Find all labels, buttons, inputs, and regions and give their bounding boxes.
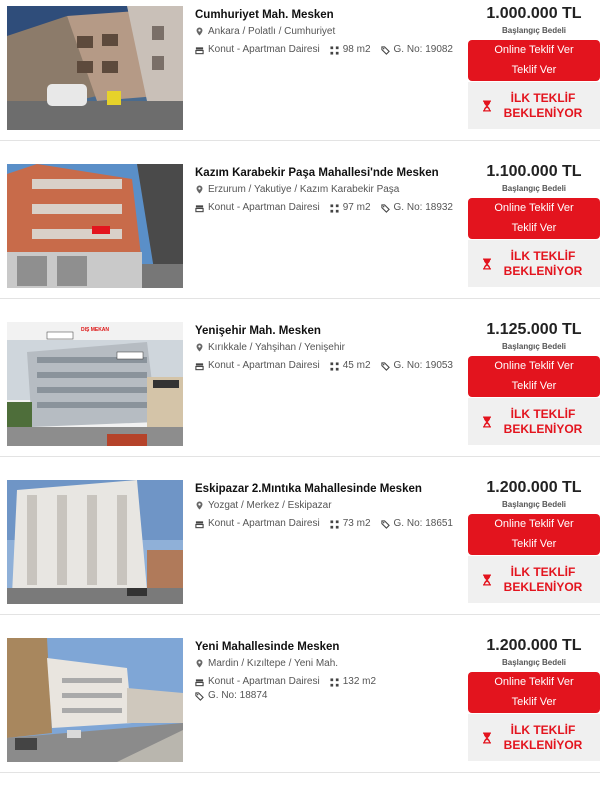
listing-photo[interactable] bbox=[7, 6, 183, 130]
listing-card[interactable]: Kazım Karabekir Paşa Mahallesi'nde Meske… bbox=[0, 158, 600, 299]
listing-title[interactable]: Cumhuriyet Mah. Mesken bbox=[195, 8, 465, 23]
listing-card[interactable]: Cumhuriyet Mah. Mesken Ankara / Polatlı … bbox=[0, 0, 600, 141]
price-label: Başlangıç Bedeli bbox=[501, 184, 567, 193]
listing-area: 73 m2 bbox=[342, 518, 371, 529]
area-grid-icon bbox=[330, 46, 339, 55]
pending-status: İLK TEKLİF BEKLENİYOR bbox=[468, 240, 600, 287]
online-offer-button[interactable]: Online Teklif Ver bbox=[468, 514, 600, 534]
tag-number-icon bbox=[195, 692, 204, 701]
pending-status: İLK TEKLİF BEKLENİYOR bbox=[468, 398, 600, 445]
photo-label: DIŞ MEKAN bbox=[81, 327, 109, 333]
location-pin-icon bbox=[195, 501, 204, 510]
listing-area: 132 m2 bbox=[342, 676, 377, 687]
price-label: Başlangıç Bedeli bbox=[501, 342, 567, 351]
listing-gno: G. No: 18932 bbox=[393, 202, 453, 213]
listing-photo[interactable] bbox=[7, 638, 183, 762]
listing-location: Erzurum / Yakutiye / Kazım Karabekir Paş… bbox=[208, 184, 400, 195]
listing-location: Mardin / Kızıltepe / Yeni Mah. bbox=[208, 658, 339, 669]
area-grid-icon bbox=[330, 362, 339, 371]
listing-title[interactable]: Yenişehir Mah. Mesken bbox=[195, 324, 465, 339]
listing-type: Konut - Apartman Dairesi bbox=[208, 202, 320, 213]
listing-price: 1.200.000 TL bbox=[486, 479, 582, 496]
pending-status: İLK TEKLİF BEKLENİYOR bbox=[468, 714, 600, 761]
building-icon bbox=[195, 46, 204, 55]
listing-area: 97 m2 bbox=[342, 202, 371, 213]
listing-gno: G. No: 19082 bbox=[393, 44, 453, 55]
pending-label: İLK TEKLİF BEKLENİYOR bbox=[503, 564, 583, 594]
listing-location: Ankara / Polatlı / Cumhuriyet bbox=[208, 26, 336, 37]
offer-button[interactable]: Teklif Ver bbox=[468, 60, 600, 81]
tag-number-icon bbox=[381, 362, 390, 371]
area-grid-icon bbox=[330, 204, 339, 213]
listing-type: Konut - Apartman Dairesi bbox=[208, 676, 320, 687]
listing-title[interactable]: Yeni Mahallesinde Mesken bbox=[195, 640, 465, 655]
listing-location: Kırıkkale / Yahşihan / Yenişehir bbox=[208, 342, 345, 353]
listing-price: 1.125.000 TL bbox=[486, 321, 582, 338]
listing-price: 1.100.000 TL bbox=[486, 163, 582, 180]
listing-card[interactable]: Eskipazar 2.Mıntıka Mahallesinde Mesken … bbox=[0, 474, 600, 615]
pending-label: İLK TEKLİF BEKLENİYOR bbox=[503, 406, 583, 436]
building-icon bbox=[195, 204, 204, 213]
listing-price: 1.000.000 TL bbox=[486, 5, 582, 22]
area-grid-icon bbox=[330, 520, 339, 529]
location-pin-icon bbox=[195, 185, 204, 194]
building-icon bbox=[195, 520, 204, 529]
hourglass-icon bbox=[482, 732, 492, 744]
pending-status: İLK TEKLİF BEKLENİYOR bbox=[468, 556, 600, 603]
building-icon bbox=[195, 678, 204, 687]
listing-gno: G. No: 19053 bbox=[393, 360, 453, 371]
listing-type: Konut - Apartman Dairesi bbox=[208, 360, 320, 371]
tag-number-icon bbox=[381, 520, 390, 529]
location-pin-icon bbox=[195, 343, 204, 352]
online-offer-button[interactable]: Online Teklif Ver bbox=[468, 198, 600, 218]
listing-type: Konut - Apartman Dairesi bbox=[208, 518, 320, 529]
offer-button[interactable]: Teklif Ver bbox=[468, 376, 600, 397]
listing-list: Cumhuriyet Mah. Mesken Ankara / Polatlı … bbox=[0, 0, 600, 773]
pending-status: İLK TEKLİF BEKLENİYOR bbox=[468, 82, 600, 129]
listing-photo[interactable] bbox=[7, 480, 183, 604]
listing-location: Yozgat / Merkez / Eskipazar bbox=[208, 500, 332, 511]
online-offer-button[interactable]: Online Teklif Ver bbox=[468, 356, 600, 376]
tag-number-icon bbox=[381, 46, 390, 55]
pending-label: İLK TEKLİF BEKLENİYOR bbox=[503, 90, 583, 120]
listing-title[interactable]: Kazım Karabekir Paşa Mahallesi'nde Meske… bbox=[195, 166, 465, 181]
hourglass-icon bbox=[482, 416, 492, 428]
listing-price: 1.200.000 TL bbox=[486, 637, 582, 654]
listing-gno: G. No: 18874 bbox=[208, 690, 268, 701]
listing-area: 98 m2 bbox=[342, 44, 371, 55]
building-icon bbox=[195, 362, 204, 371]
price-label: Başlangıç Bedeli bbox=[501, 658, 567, 667]
listing-card[interactable]: DIŞ MEKAN Yenişehir Mah. Mesken Kırıkkal… bbox=[0, 316, 600, 457]
price-label: Başlangıç Bedeli bbox=[501, 500, 567, 509]
pending-label: İLK TEKLİF BEKLENİYOR bbox=[503, 248, 583, 278]
online-offer-button[interactable]: Online Teklif Ver bbox=[468, 40, 600, 60]
listing-photo[interactable] bbox=[7, 164, 183, 288]
area-grid-icon bbox=[330, 678, 339, 687]
pending-label: İLK TEKLİF BEKLENİYOR bbox=[503, 722, 583, 752]
online-offer-button[interactable]: Online Teklif Ver bbox=[468, 672, 600, 692]
price-label: Başlangıç Bedeli bbox=[501, 26, 567, 35]
listing-title[interactable]: Eskipazar 2.Mıntıka Mahallesinde Mesken bbox=[195, 482, 465, 497]
tag-number-icon bbox=[381, 204, 390, 213]
location-pin-icon bbox=[195, 659, 204, 668]
listing-gno: G. No: 18651 bbox=[393, 518, 453, 529]
location-pin-icon bbox=[195, 27, 204, 36]
listing-photo[interactable]: DIŞ MEKAN bbox=[7, 322, 183, 446]
hourglass-icon bbox=[482, 100, 492, 112]
hourglass-icon bbox=[482, 574, 492, 586]
offer-button[interactable]: Teklif Ver bbox=[468, 692, 600, 713]
listing-area: 45 m2 bbox=[342, 360, 371, 371]
hourglass-icon bbox=[482, 258, 492, 270]
listing-card[interactable]: Yeni Mahallesinde Mesken Mardin / Kızılt… bbox=[0, 632, 600, 773]
offer-button[interactable]: Teklif Ver bbox=[468, 218, 600, 239]
listing-type: Konut - Apartman Dairesi bbox=[208, 44, 320, 55]
offer-button[interactable]: Teklif Ver bbox=[468, 534, 600, 555]
